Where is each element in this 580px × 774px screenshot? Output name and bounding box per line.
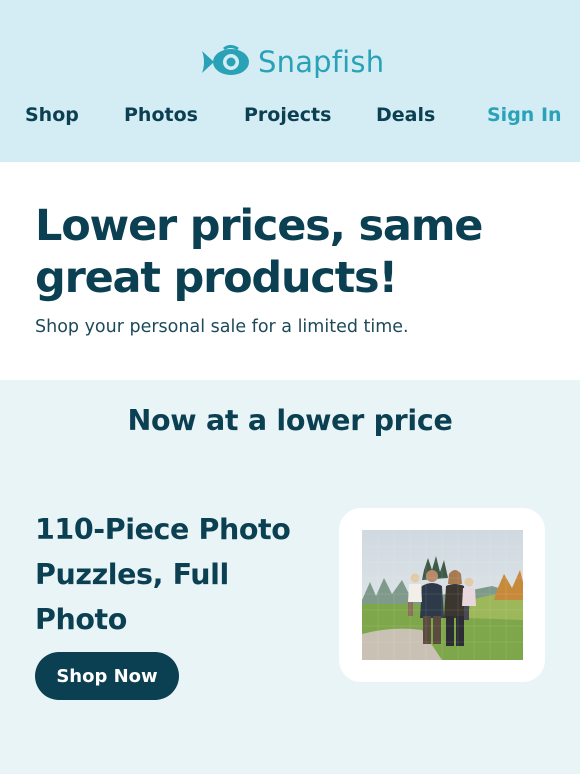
- hero-subtitle: Shop your personal sale for a limited ti…: [35, 317, 409, 337]
- nav-photos[interactable]: Photos: [124, 104, 198, 126]
- promo-section: Now at a lower price 110-Piece Photo Puz…: [0, 380, 580, 774]
- family-photo-puzzle-image: [362, 530, 523, 660]
- nav-projects[interactable]: Projects: [244, 104, 331, 126]
- nav-deals[interactable]: Deals: [376, 104, 435, 126]
- hero-section: Lower prices, same great products! Shop …: [0, 162, 580, 380]
- product-image-card[interactable]: [339, 508, 545, 682]
- hero-title-line1: Lower prices, same: [35, 201, 483, 251]
- product-title[interactable]: 110-Piece Photo Puzzles, Full Photo: [35, 507, 325, 642]
- email-header: Snapfish Shop Photos Projects Deals Sign…: [0, 0, 580, 162]
- shop-now-button[interactable]: Shop Now: [35, 652, 179, 700]
- nav-shop[interactable]: Shop: [25, 104, 79, 126]
- product-title-line3: Photo: [35, 603, 127, 636]
- product-title-line2: Puzzles, Full: [35, 558, 229, 591]
- fish-logo-icon: [202, 45, 249, 75]
- product-title-line1: 110-Piece Photo: [35, 513, 291, 546]
- promo-heading: Now at a lower price: [127, 404, 453, 437]
- snapfish-logo[interactable]: Snapfish: [200, 40, 384, 84]
- hero-title: Lower prices, same great products!: [35, 200, 555, 304]
- hero-title-line2: great products!: [35, 253, 398, 303]
- nav-sign-in[interactable]: Sign In: [487, 104, 562, 126]
- brand-name: Snapfish: [258, 45, 385, 79]
- main-nav: Shop Photos Projects Deals Sign In: [0, 104, 580, 138]
